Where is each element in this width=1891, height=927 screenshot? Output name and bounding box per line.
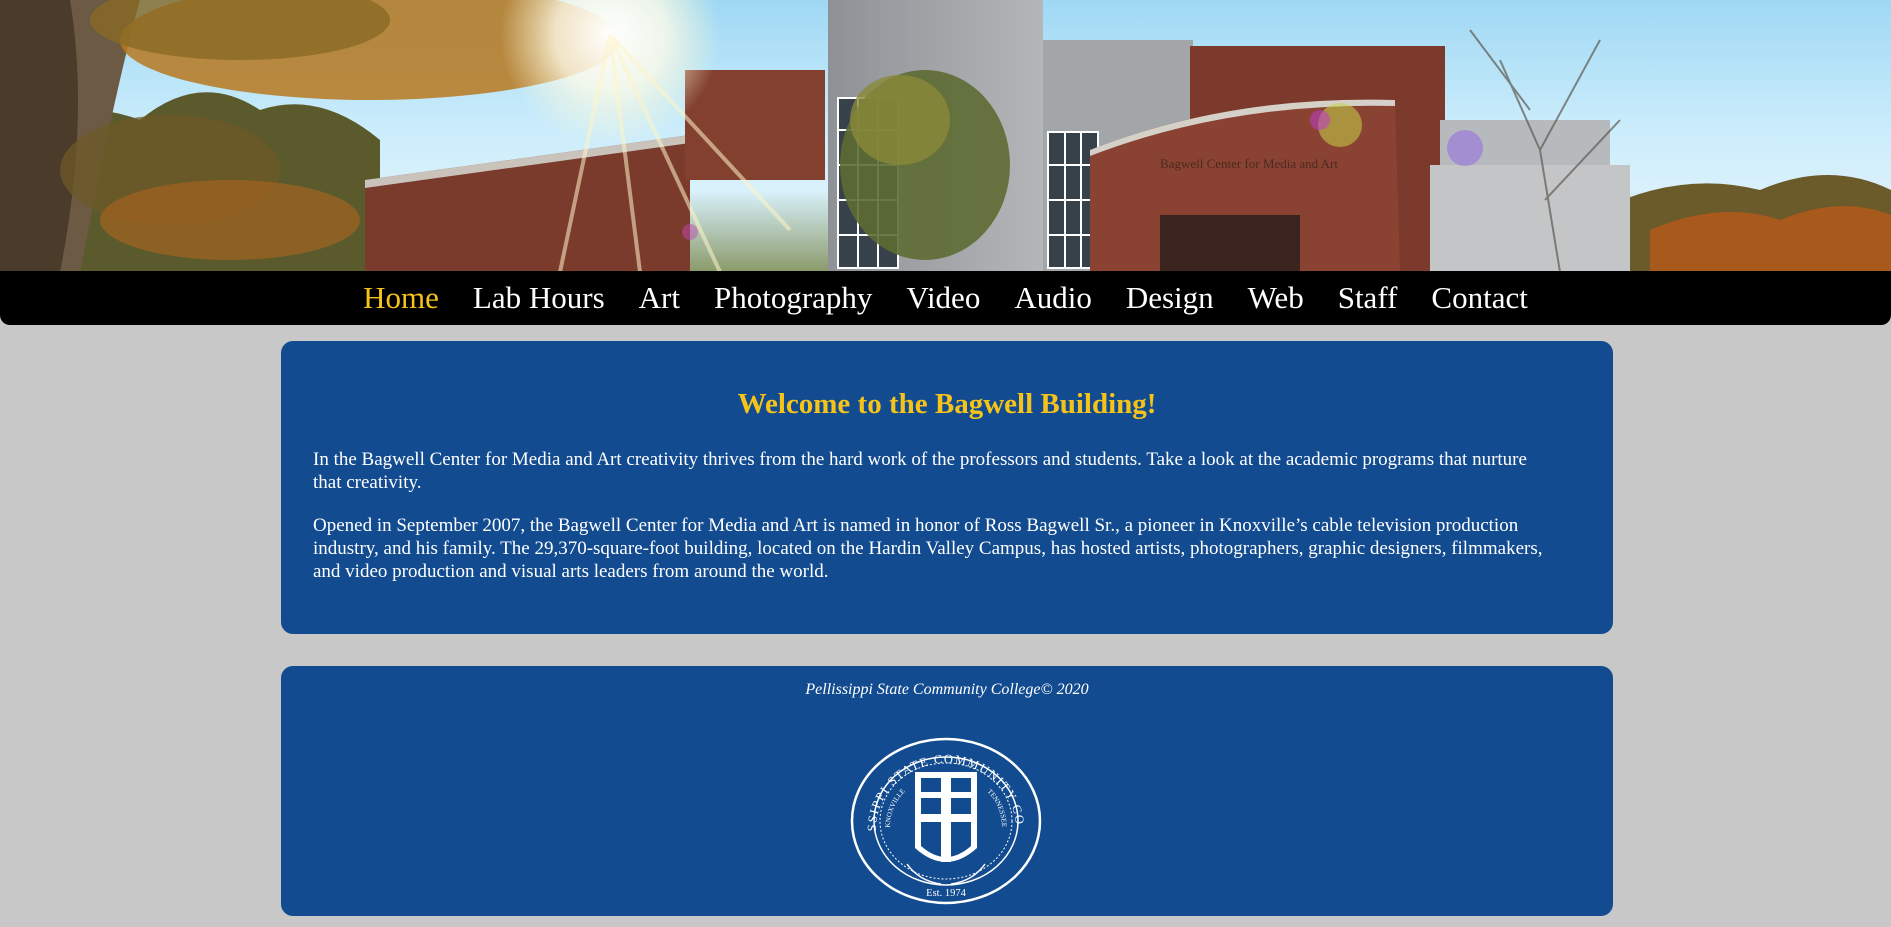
nav-link-home[interactable]: Home: [363, 271, 439, 325]
welcome-paragraph-intro: In the Bagwell Center for Media and Art …: [313, 449, 1527, 493]
nav-link-contact[interactable]: Contact: [1431, 271, 1527, 325]
footer-panel: Pellissippi State Community College© 202…: [281, 666, 1613, 916]
building-photo: Bagwell Center for Media and Art: [0, 0, 1891, 272]
nav-link-photography[interactable]: Photography: [714, 271, 872, 325]
nav-link-lab-hours[interactable]: Lab Hours: [473, 271, 605, 325]
nav-link-staff[interactable]: Staff: [1338, 271, 1398, 325]
page: Bagwell Center for Media and Art Home La…: [0, 0, 1891, 927]
welcome-paragraph-history: Opened in September 2007, the Bagwell Ce…: [313, 515, 1543, 582]
building-sign: Bagwell Center for Media and Art: [1160, 156, 1338, 171]
nav-link-audio[interactable]: Audio: [1014, 271, 1092, 325]
seal-established-text: Est. 1974: [926, 888, 966, 899]
copyright-text: Pellissippi State Community College© 202…: [805, 681, 1089, 698]
nav-link-video[interactable]: Video: [906, 271, 980, 325]
welcome-title: Welcome to the Bagwell Building!: [737, 388, 1157, 420]
main-nav: Home Lab Hours Art Photography Video Aud…: [0, 271, 1891, 325]
hero-banner-image: Bagwell Center for Media and Art: [0, 0, 1891, 272]
welcome-panel: Welcome to the Bagwell Building! In the …: [281, 341, 1613, 634]
nav-link-design[interactable]: Design: [1126, 271, 1214, 325]
nav-link-art[interactable]: Art: [639, 271, 680, 325]
nav-link-web[interactable]: Web: [1248, 271, 1304, 325]
college-seal-logo: PELLISSIPPI STATE COMMUNITY COLLEGE KNOX…: [849, 736, 1042, 905]
